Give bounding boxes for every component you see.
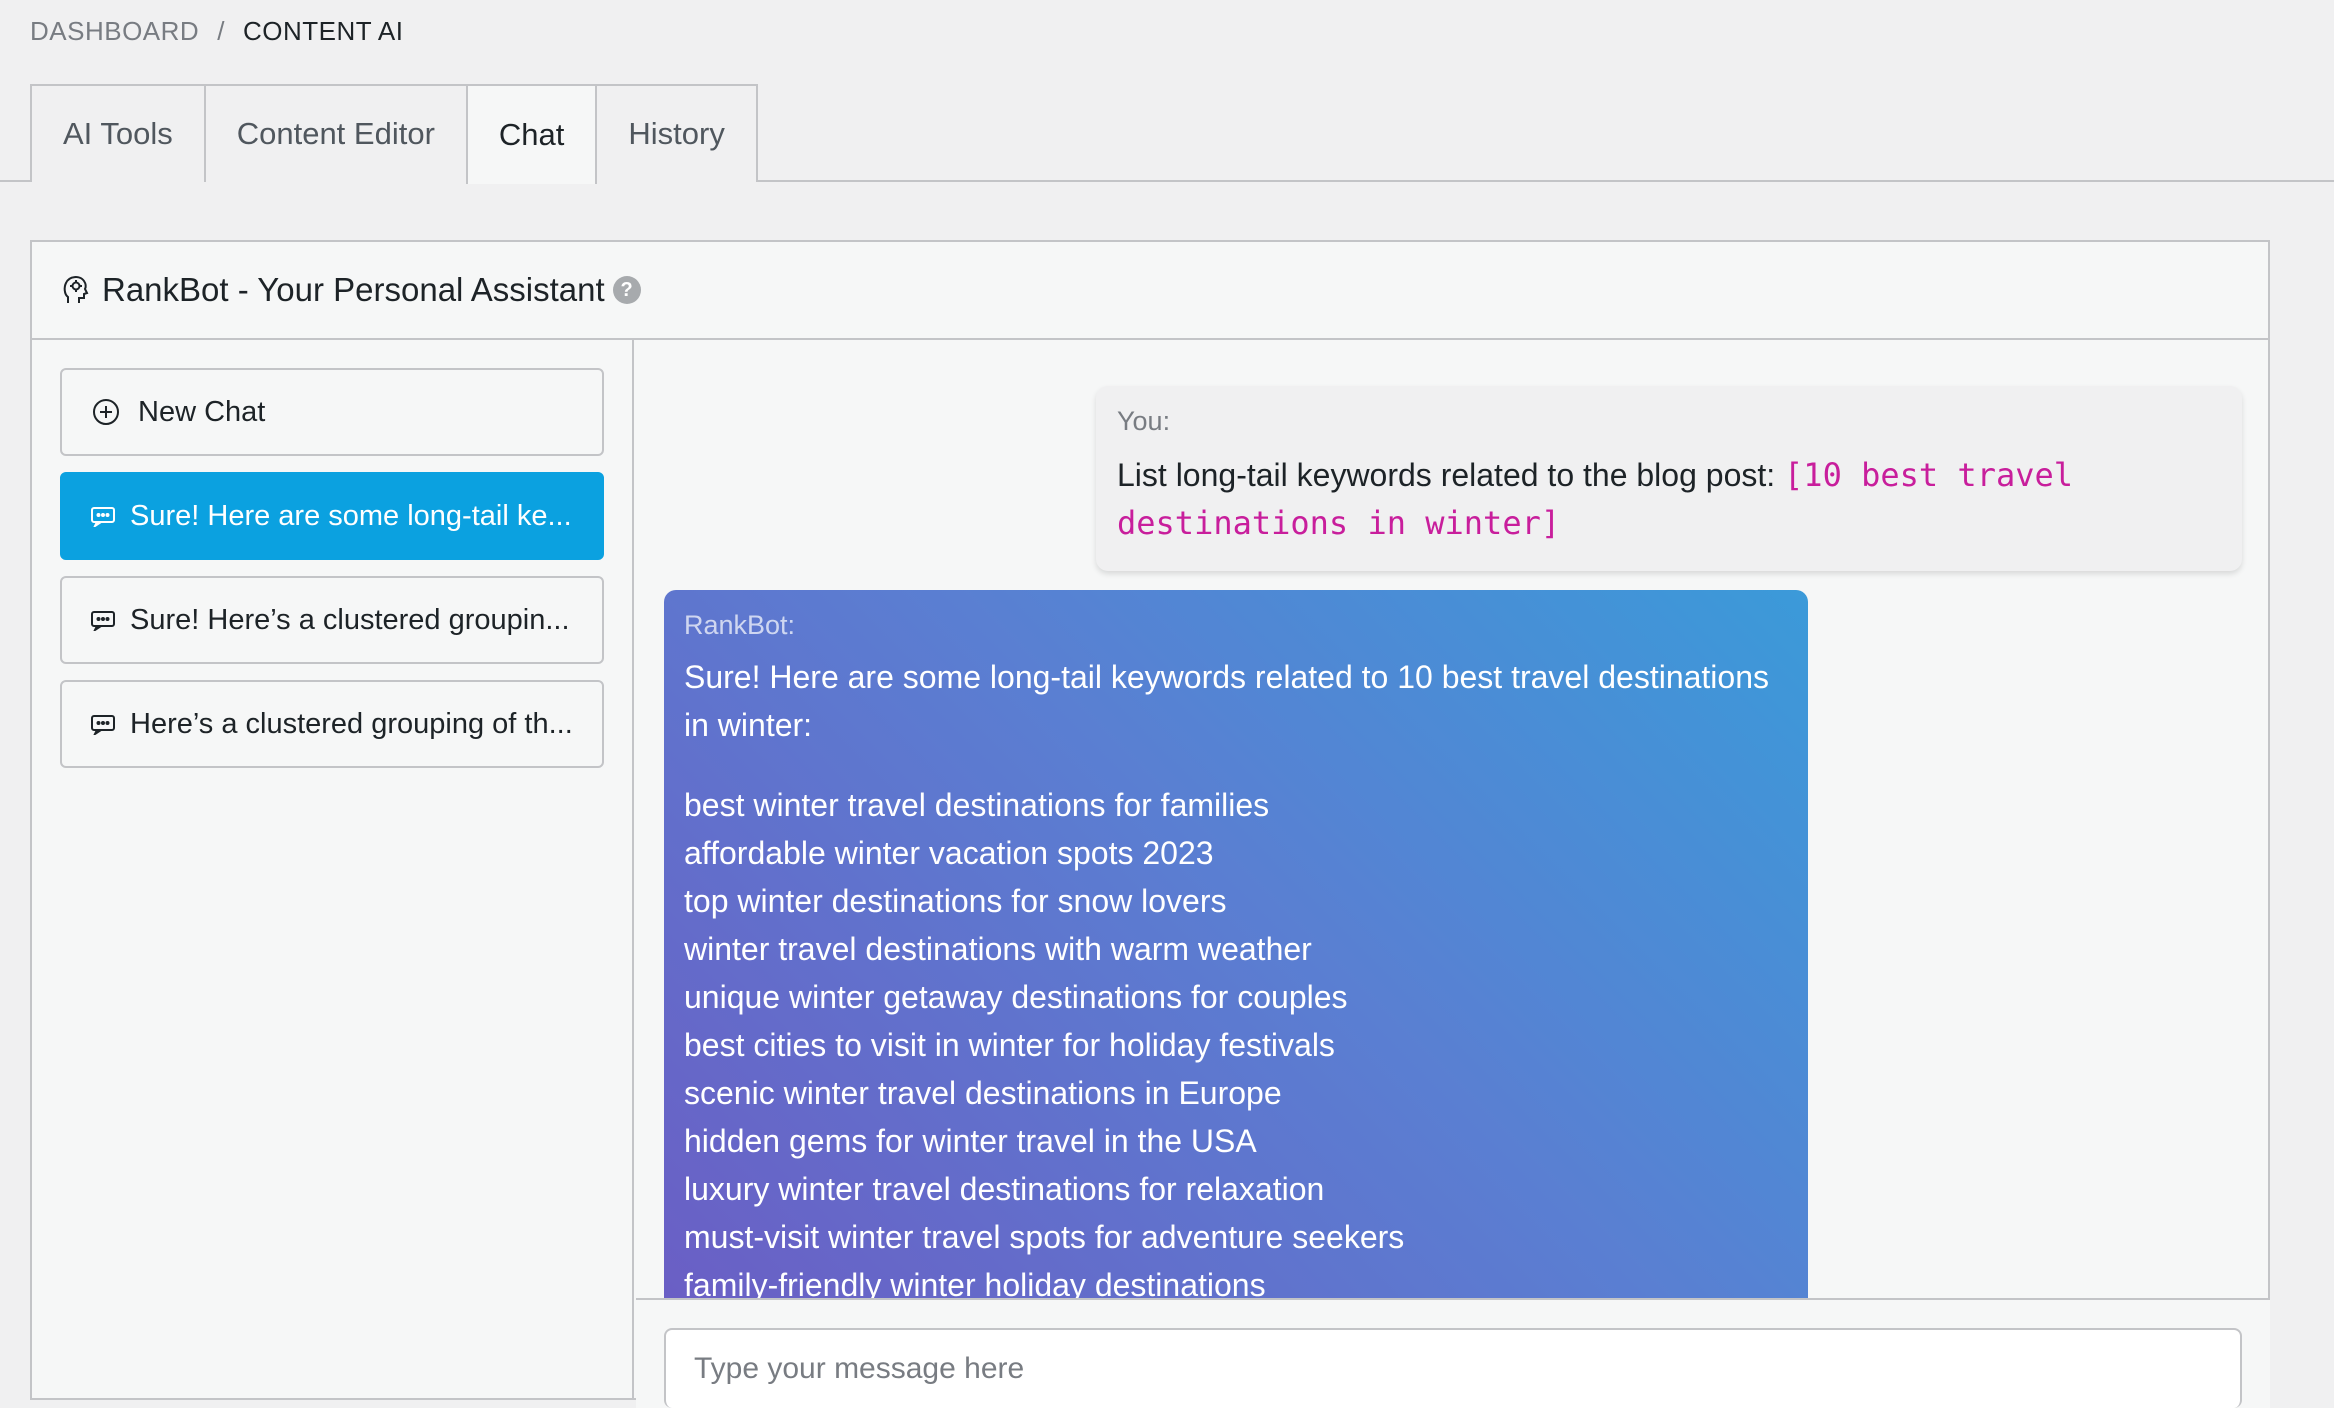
breadcrumb-separator: / bbox=[217, 16, 225, 46]
user-message: You: List long-tail keywords related to … bbox=[1096, 386, 2242, 571]
chat-bubble-icon bbox=[91, 507, 115, 527]
keyword-item: best cities to visit in winter for holid… bbox=[684, 1027, 1335, 1063]
bot-sender-label: RankBot: bbox=[684, 610, 796, 640]
chat-history-item[interactable]: Sure! Here are some long-tail ke... bbox=[60, 472, 604, 560]
chat-panel: RankBot - Your Personal Assistant ? New … bbox=[30, 240, 2270, 1408]
chat-history-item[interactable]: Sure! Here’s a clustered groupin... bbox=[60, 576, 604, 664]
tab-ai-tools[interactable]: AI Tools bbox=[30, 84, 206, 182]
keyword-item: must-visit winter travel spots for adven… bbox=[684, 1219, 1405, 1255]
bot-head-icon bbox=[63, 276, 89, 303]
user-message-text: List long-tail keywords related to the b… bbox=[1117, 451, 2220, 547]
user-sender-label: You: bbox=[1117, 406, 1171, 436]
bot-message: RankBot: Sure! Here are some long-tail k… bbox=[664, 590, 1808, 1298]
keyword-item: best winter travel destinations for fami… bbox=[684, 787, 1270, 823]
help-icon[interactable]: ? bbox=[612, 276, 641, 304]
tab-chat[interactable]: Chat bbox=[465, 84, 598, 184]
keyword-item: unique winter getaway destinations for c… bbox=[684, 979, 1348, 1015]
keyword-item: family-friendly winter holiday destinati… bbox=[684, 1267, 1266, 1298]
breadcrumb: DASHBOARD / CONTENT AI bbox=[30, 16, 403, 47]
keyword-list: best winter travel destinations for fami… bbox=[684, 781, 1788, 1298]
user-message-prefix: List long-tail keywords related to the b… bbox=[1117, 457, 1785, 493]
plus-circle-icon bbox=[93, 399, 119, 425]
chat-history-sidebar: New Chat Sure! Here are some long-tail k… bbox=[32, 340, 634, 1400]
keyword-item: scenic winter travel destinations in Eur… bbox=[684, 1075, 1282, 1111]
new-chat-button[interactable]: New Chat bbox=[60, 368, 604, 456]
message-input[interactable] bbox=[664, 1328, 2242, 1408]
chat-bubble-icon bbox=[91, 715, 115, 735]
bot-message-intro: Sure! Here are some long-tail keywords r… bbox=[684, 659, 1769, 743]
chat-history-item[interactable]: Here’s a clustered grouping of th... bbox=[60, 680, 604, 768]
chat-bubble-icon bbox=[91, 611, 115, 631]
breadcrumb-current: CONTENT AI bbox=[242, 16, 404, 46]
new-chat-label: New Chat bbox=[138, 395, 266, 428]
tab-bar: AI Tools Content Editor Chat History bbox=[30, 84, 758, 184]
panel-header: RankBot - Your Personal Assistant ? bbox=[32, 242, 2268, 340]
keyword-item: winter travel destinations with warm wea… bbox=[684, 931, 1312, 967]
keyword-item: hidden gems for winter travel in the USA bbox=[684, 1123, 1257, 1159]
tab-history[interactable]: History bbox=[595, 84, 758, 182]
tab-content-editor[interactable]: Content Editor bbox=[203, 84, 468, 182]
chat-history-label: Sure! Here’s a clustered groupin... bbox=[130, 603, 570, 636]
message-list[interactable]: You: List long-tail keywords related to … bbox=[636, 340, 2270, 1298]
keyword-item: top winter destinations for snow lovers bbox=[684, 883, 1227, 919]
chat-history-label: Here’s a clustered grouping of th... bbox=[130, 707, 573, 740]
breadcrumb-dashboard-link[interactable]: DASHBOARD bbox=[30, 16, 199, 47]
keyword-item: affordable winter vacation spots 2023 bbox=[684, 835, 1214, 871]
composer bbox=[636, 1298, 2270, 1408]
chat-history-label: Sure! Here are some long-tail ke... bbox=[130, 499, 572, 532]
keyword-item: luxury winter travel destinations for re… bbox=[684, 1171, 1325, 1207]
panel-title: RankBot - Your Personal Assistant bbox=[102, 271, 605, 308]
chat-main: You: List long-tail keywords related to … bbox=[636, 340, 2270, 1408]
